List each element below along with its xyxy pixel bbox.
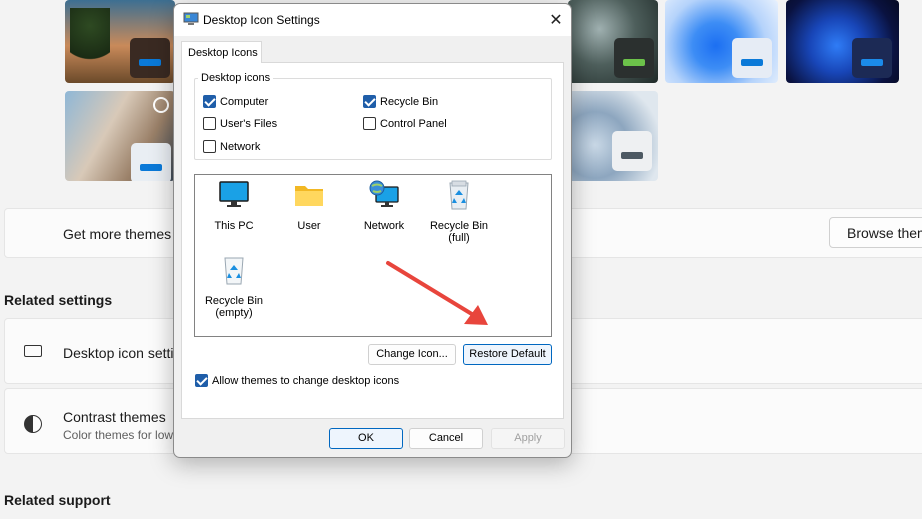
restore-default-button[interactable]: Restore Default <box>463 344 552 365</box>
ok-button[interactable]: OK <box>329 428 403 449</box>
icon-label: Recycle Bin (empty) <box>204 295 264 319</box>
icon-label: Network <box>363 220 405 232</box>
theme-tile <box>131 143 171 181</box>
computer-checkbox[interactable]: Computer <box>203 95 268 108</box>
theme-thumbnail-windows-light[interactable] <box>665 0 778 83</box>
this-pc-icon <box>219 181 249 207</box>
theme-thumbnail-windows-dark[interactable] <box>786 0 899 83</box>
icon-item-network[interactable]: Network <box>346 179 422 232</box>
close-icon[interactable]: ✕ <box>548 10 564 29</box>
theme-tile <box>130 38 170 78</box>
theme-tile <box>732 38 772 78</box>
desktop-icons-group-label: Desktop icons <box>198 72 274 84</box>
slideshow-icon <box>153 97 169 113</box>
checkbox-checked-icon <box>363 95 376 108</box>
theme-tile <box>852 38 892 78</box>
related-settings-heading: Related settings <box>4 292 113 308</box>
contrast-icon <box>24 415 42 433</box>
browse-themes-button[interactable]: Browse them <box>829 217 922 248</box>
change-icon-button[interactable]: Change Icon... <box>368 344 456 365</box>
checkbox-label: Allow themes to change desktop icons <box>212 374 400 387</box>
checkbox-label: Computer <box>220 95 269 108</box>
get-more-themes-label: Get more themes <box>63 226 172 242</box>
icon-item-this-pc[interactable]: This PC <box>196 179 272 232</box>
icon-label: User <box>297 220 321 232</box>
annotation-arrow-icon <box>386 261 488 325</box>
monitor-icon <box>24 345 42 357</box>
palm-shape <box>70 8 110 68</box>
dialog-titlebar[interactable]: Desktop Icon Settings ✕ <box>174 4 571 36</box>
desktop-settings-icon <box>183 12 199 25</box>
theme-tile <box>612 131 652 171</box>
checkbox-label: Control Panel <box>380 117 447 130</box>
checkbox-unchecked-icon <box>203 117 216 130</box>
icon-label: Recycle Bin (full) <box>429 220 489 244</box>
dialog-title: Desktop Icon Settings <box>203 13 320 27</box>
icon-label: This PC <box>214 220 254 232</box>
control-panel-checkbox[interactable]: Control Panel <box>363 117 447 130</box>
checkbox-unchecked-icon <box>203 140 216 153</box>
cancel-button[interactable]: Cancel <box>409 428 483 449</box>
theme-thumbnail-glow[interactable] <box>568 91 658 181</box>
related-support-heading: Related support <box>4 492 111 508</box>
users-files-checkbox[interactable]: User's Files <box>203 117 277 130</box>
apply-button[interactable]: Apply <box>491 428 565 449</box>
contrast-themes-label: Contrast themes <box>63 409 166 425</box>
contrast-themes-subtitle: Color themes for low <box>63 428 174 442</box>
checkbox-checked-icon <box>203 95 216 108</box>
theme-thumbnail-beach[interactable] <box>65 0 175 83</box>
icon-item-user[interactable]: User <box>271 179 347 232</box>
theme-thumbnail-blossom[interactable] <box>65 91 175 181</box>
checkbox-checked-icon <box>195 374 208 387</box>
theme-thumbnail-forest[interactable] <box>568 0 658 83</box>
checkbox-label: Network <box>220 140 261 153</box>
icon-item-recycle-bin-full[interactable]: Recycle Bin (full) <box>421 179 497 244</box>
checkbox-label: Recycle Bin <box>380 95 439 108</box>
recycle-bin-checkbox[interactable]: Recycle Bin <box>363 95 438 108</box>
tab-desktop-icons[interactable]: Desktop Icons <box>181 41 262 63</box>
allow-themes-checkbox[interactable]: Allow themes to change desktop icons <box>195 374 399 387</box>
desktop-icon-settings-dialog: Desktop Icon Settings ✕ Desktop Icons De… <box>173 3 572 458</box>
network-icon <box>369 180 399 207</box>
checkbox-unchecked-icon <box>363 117 376 130</box>
recycle-bin-empty-icon <box>224 257 244 285</box>
theme-tile <box>614 38 654 78</box>
network-checkbox[interactable]: Network <box>203 140 260 153</box>
checkbox-label: User's Files <box>220 117 278 130</box>
recycle-bin-full-icon <box>449 180 469 210</box>
desktop-icon-settings-label: Desktop icon setti <box>63 345 174 361</box>
icon-item-recycle-bin-empty[interactable]: Recycle Bin (empty) <box>196 254 272 319</box>
folder-icon <box>295 186 323 206</box>
